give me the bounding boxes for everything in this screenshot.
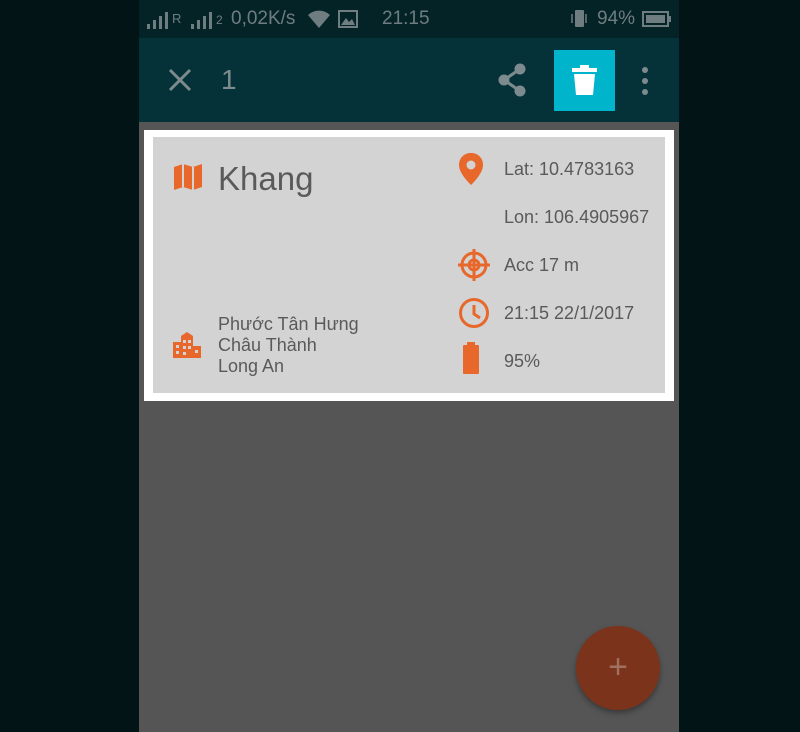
signal-icon: 2 (191, 9, 229, 29)
delete-button[interactable] (554, 50, 615, 111)
wifi-icon (308, 10, 330, 28)
add-button[interactable]: + (576, 626, 660, 710)
address-line: Châu Thành (218, 335, 317, 355)
signal-icon: R (147, 9, 185, 29)
battery-icon (463, 342, 479, 374)
status-bar: R 2 0,02K/s 21:15 94% (139, 0, 679, 38)
status-time: 21:15 (382, 8, 430, 29)
accuracy-icon (458, 249, 490, 281)
accuracy: Acc 17 m (504, 255, 580, 275)
share-button[interactable] (495, 60, 529, 100)
battery-level: 95% (504, 351, 541, 371)
address-line: Phước Tân Hưng (218, 314, 359, 334)
battery-percent: 94% (597, 8, 636, 29)
close-icon[interactable] (165, 62, 195, 98)
longitude: Lon: 106.4905967 (504, 207, 650, 227)
location-icon (459, 153, 483, 185)
vibrate-icon (571, 10, 587, 27)
network-speed: 0,02K/s (231, 8, 296, 29)
more-vert-icon (642, 67, 648, 95)
battery-icon (642, 11, 671, 27)
selected-count: 1 (221, 64, 237, 95)
share-icon (498, 63, 526, 97)
delete-icon (572, 65, 597, 95)
location-card[interactable]: Khang Phước Tân Hưng Châu Thành Long An … (153, 137, 665, 393)
city-icon (173, 332, 201, 358)
address-line: Long An (218, 356, 285, 376)
date-time: 21:15 22/1/2017 (504, 303, 635, 323)
contact-name: Khang (218, 160, 314, 197)
app-bar: 1 (139, 38, 679, 122)
more-vert-button[interactable] (635, 64, 655, 98)
phone-screen: R 2 0,02K/s 21:15 94% 1 Khang Phước Tân … (139, 0, 679, 732)
map-icon (174, 164, 202, 190)
latitude: Lat: 10.4783163 (504, 159, 635, 179)
clock-icon (459, 298, 489, 328)
image-icon (338, 10, 358, 28)
location-card-selected[interactable]: Khang Phước Tân Hưng Châu Thành Long An … (144, 130, 674, 401)
